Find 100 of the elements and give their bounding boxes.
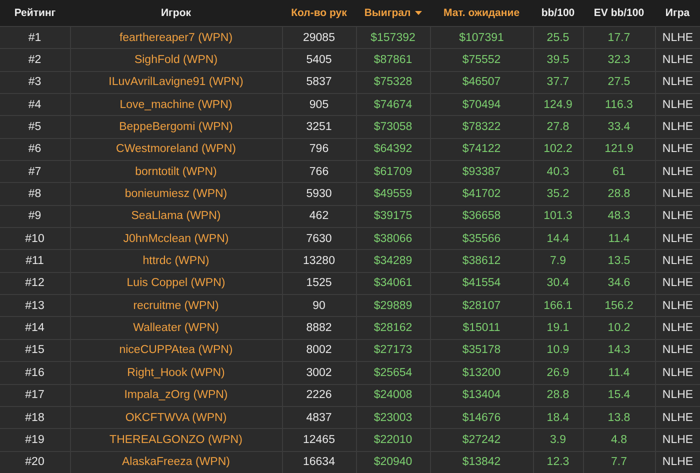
table-cell: $38066 <box>356 228 430 250</box>
table-cell: 26.9 <box>533 362 583 384</box>
table-cell: 3002 <box>282 362 356 384</box>
table-cell: #5 <box>0 116 70 138</box>
table-cell: $78322 <box>430 116 533 138</box>
table-cell: 462 <box>282 205 356 228</box>
player-link[interactable]: J0hnMcclean (WPN) <box>70 228 282 250</box>
player-link[interactable]: Luis Coppel (WPN) <box>70 272 282 295</box>
table-cell: 39.5 <box>533 48 583 72</box>
table-cell: #6 <box>0 138 70 161</box>
player-link[interactable]: SeaLlama (WPN) <box>70 205 282 228</box>
table-cell: #12 <box>0 272 70 295</box>
table-cell: 33.4 <box>583 116 655 138</box>
sort-header[interactable]: Кол-во рук <box>282 0 356 26</box>
table-cell: $74674 <box>356 94 430 116</box>
table-cell: $27242 <box>430 428 533 452</box>
player-link[interactable]: CWestmoreland (WPN) <box>70 138 282 161</box>
table-cell: $35566 <box>430 228 533 250</box>
table-cell: 124.9 <box>533 94 583 116</box>
table-cell: 11.4 <box>583 228 655 250</box>
table-cell: 14.3 <box>583 339 655 362</box>
player-link[interactable]: bonieumiesz (WPN) <box>70 182 282 206</box>
table-cell: 37.7 <box>533 71 583 94</box>
table-cell: 7630 <box>282 228 356 250</box>
player-link[interactable]: Walleater (WPN) <box>70 316 282 340</box>
player-link[interactable]: Right_Hook (WPN) <box>70 362 282 384</box>
table-cell: #9 <box>0 205 70 228</box>
table-cell: #8 <box>0 182 70 206</box>
column-header: Игрок <box>70 0 282 26</box>
table-cell: 1525 <box>282 272 356 295</box>
table-cell: 7.9 <box>533 250 583 272</box>
player-link[interactable]: fearthereaper7 (WPN) <box>70 26 282 49</box>
table-cell: $36658 <box>430 205 533 228</box>
table-cell: #3 <box>0 71 70 94</box>
table-cell: 30.4 <box>533 272 583 295</box>
table-cell: $34061 <box>356 272 430 295</box>
table-cell: #13 <box>0 294 70 317</box>
table-cell: $28107 <box>430 294 533 317</box>
table-cell: $107391 <box>430 26 533 49</box>
player-link[interactable]: niceCUPPAtea (WPN) <box>70 339 282 362</box>
player-link[interactable]: BeppeBergomi (WPN) <box>70 116 282 138</box>
player-link[interactable]: recruitme (WPN) <box>70 294 282 317</box>
table-cell: $22010 <box>356 428 430 452</box>
table-cell: $75552 <box>430 48 533 72</box>
table-cell: #2 <box>0 48 70 72</box>
table-cell: $14676 <box>430 406 533 429</box>
player-link[interactable]: httrdc (WPN) <box>70 250 282 272</box>
table-cell: $41702 <box>430 182 533 206</box>
player-link[interactable]: OKCFTWVA (WPN) <box>70 406 282 429</box>
table-cell: $24008 <box>356 384 430 406</box>
table-cell: 116.3 <box>583 94 655 116</box>
table-cell: 905 <box>282 94 356 116</box>
table-cell: #4 <box>0 94 70 116</box>
sort-header[interactable]: Выиграл <box>356 0 430 26</box>
player-link[interactable]: SighFold (WPN) <box>70 48 282 72</box>
player-link[interactable]: ILuvAvrilLavigne91 (WPN) <box>70 71 282 94</box>
table-cell: 10.2 <box>583 316 655 340</box>
table-cell: $74122 <box>430 138 533 161</box>
table-cell: $35178 <box>430 339 533 362</box>
table-cell: NLHE <box>655 26 700 49</box>
table-cell: 5837 <box>282 71 356 94</box>
table-cell: 28.8 <box>583 182 655 206</box>
column-header: Игра <box>655 0 700 26</box>
table-cell: 48.3 <box>583 205 655 228</box>
table-cell: 90 <box>282 294 356 317</box>
player-link[interactable]: THEREALGONZO (WPN) <box>70 428 282 452</box>
table-cell: 3.9 <box>533 428 583 452</box>
table-cell: #15 <box>0 339 70 362</box>
table-cell: $29889 <box>356 294 430 317</box>
player-link[interactable]: Love_machine (WPN) <box>70 94 282 116</box>
table-cell: 4.8 <box>583 428 655 452</box>
sort-header[interactable]: Мат. ожидание <box>430 0 533 26</box>
table-cell: $70494 <box>430 94 533 116</box>
table-cell: $13200 <box>430 362 533 384</box>
table-cell: 11.4 <box>583 362 655 384</box>
table-cell: $23003 <box>356 406 430 429</box>
player-link[interactable]: Impala_zOrg (WPN) <box>70 384 282 406</box>
table-cell: $61709 <box>356 160 430 183</box>
table-cell: #7 <box>0 160 70 183</box>
table-cell: #11 <box>0 250 70 272</box>
table-cell: #18 <box>0 406 70 429</box>
table-cell: #1 <box>0 26 70 49</box>
table-cell: 102.2 <box>533 138 583 161</box>
table-cell: $13404 <box>430 384 533 406</box>
player-link[interactable]: borntotilt (WPN) <box>70 160 282 183</box>
table-cell: $34289 <box>356 250 430 272</box>
table-cell: 61 <box>583 160 655 183</box>
table-cell: 17.7 <box>583 26 655 49</box>
table-cell: 14.4 <box>533 228 583 250</box>
table-cell: #16 <box>0 362 70 384</box>
table-cell: $27173 <box>356 339 430 362</box>
table-cell: $28162 <box>356 316 430 340</box>
column-header: Рейтинг <box>0 0 70 26</box>
table-cell: 766 <box>282 160 356 183</box>
table-cell: 15.4 <box>583 384 655 406</box>
table-cell: #17 <box>0 384 70 406</box>
table-cell: 4837 <box>282 406 356 429</box>
table-cell: $46507 <box>430 71 533 94</box>
table-cell: 28.8 <box>533 384 583 406</box>
column-header: bb/100 <box>533 0 583 26</box>
